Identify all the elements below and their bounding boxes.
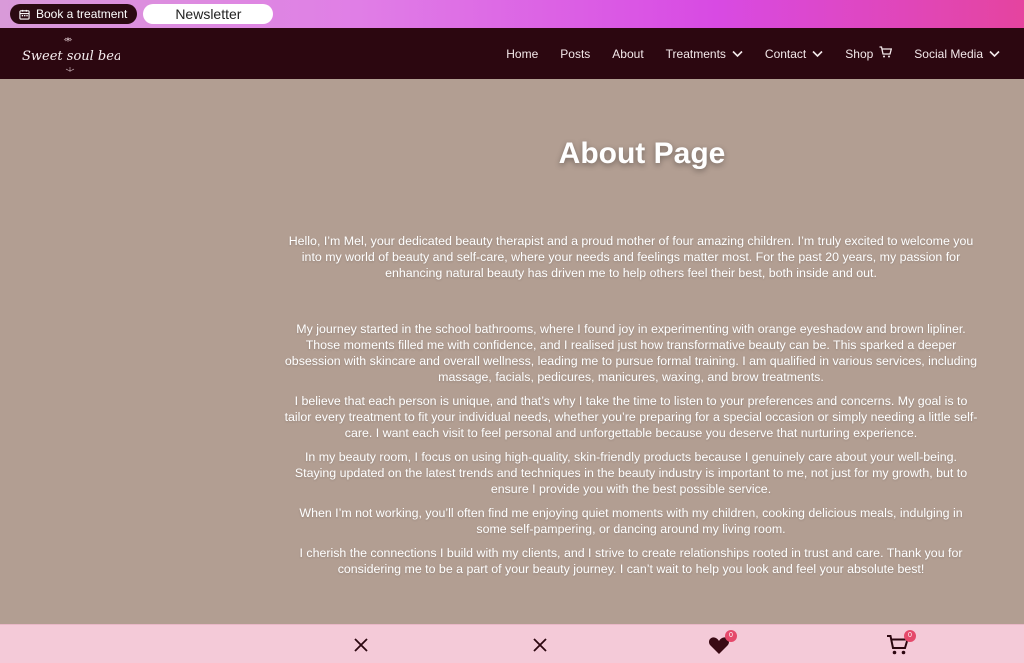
cart-button[interactable]: 0 [886, 630, 916, 657]
paragraph: Hello, I’m Mel, your dedicated beauty th… [288, 234, 974, 281]
nav-treatments-label: Treatments [665, 46, 726, 61]
cart-icon [879, 46, 893, 61]
wishlist-count-badge: 0 [725, 630, 737, 642]
chevron-down-icon [732, 50, 743, 57]
about-text: Hello, I’m Mel, your dedicated beauty th… [284, 233, 978, 585]
nav-contact[interactable]: Contact [765, 47, 823, 61]
paragraph: My journey started in the school bathroo… [284, 321, 978, 385]
bottom-action-bar: 0 0 [0, 624, 1024, 663]
nav-posts-label: Posts [560, 46, 591, 61]
nav-shop-label: Shop [845, 46, 874, 61]
nav-social-media-label: Social Media [914, 46, 983, 61]
nav-posts[interactable]: Posts [560, 47, 590, 61]
main-navbar: Sweet soul beauty Home Posts About Treat… [0, 28, 1024, 79]
nav-home-label: Home [506, 46, 539, 61]
logo[interactable]: Sweet soul beauty [20, 34, 143, 74]
nav-home[interactable]: Home [506, 47, 538, 61]
close-icon [354, 638, 368, 652]
calendar-icon [19, 9, 30, 20]
close-button[interactable] [349, 633, 373, 657]
nav-shop[interactable]: Shop [845, 46, 893, 61]
nav-treatments[interactable]: Treatments [666, 47, 743, 61]
paragraph: I believe that each person is unique, an… [284, 393, 978, 441]
close-button[interactable] [528, 633, 552, 657]
paragraph: When I’m not working, you’ll often find … [299, 506, 963, 537]
paragraph: I cherish the connections I build with m… [299, 546, 963, 577]
promo-bar: Book a treatment Newsletter [0, 0, 1024, 28]
book-treatment-label: Book a treatment [36, 7, 128, 21]
chevron-down-icon [812, 50, 823, 57]
close-icon [533, 638, 547, 652]
main-content: About Page Hello, I’m Mel, your dedicate… [0, 79, 1024, 624]
logo-text: Sweet soul beauty [22, 49, 120, 64]
book-treatment-button[interactable]: Book a treatment [10, 4, 138, 24]
logo-script: Sweet soul beauty [22, 37, 143, 72]
newsletter-button[interactable]: Newsletter [143, 4, 274, 24]
chevron-down-icon [989, 50, 1000, 57]
nav-about[interactable]: About [612, 47, 643, 61]
wishlist-button[interactable]: 0 [707, 630, 737, 657]
nav-menu: Home Posts About Treatments Contact Shop… [484, 28, 1000, 79]
nav-about-label: About [612, 46, 644, 61]
page-title: About Page [558, 137, 726, 170]
paragraph: In my beauty room, I focus on using high… [294, 450, 968, 497]
cart-count-badge: 0 [904, 630, 916, 642]
nav-social-media[interactable]: Social Media [914, 47, 1000, 61]
nav-contact-label: Contact [764, 46, 807, 61]
